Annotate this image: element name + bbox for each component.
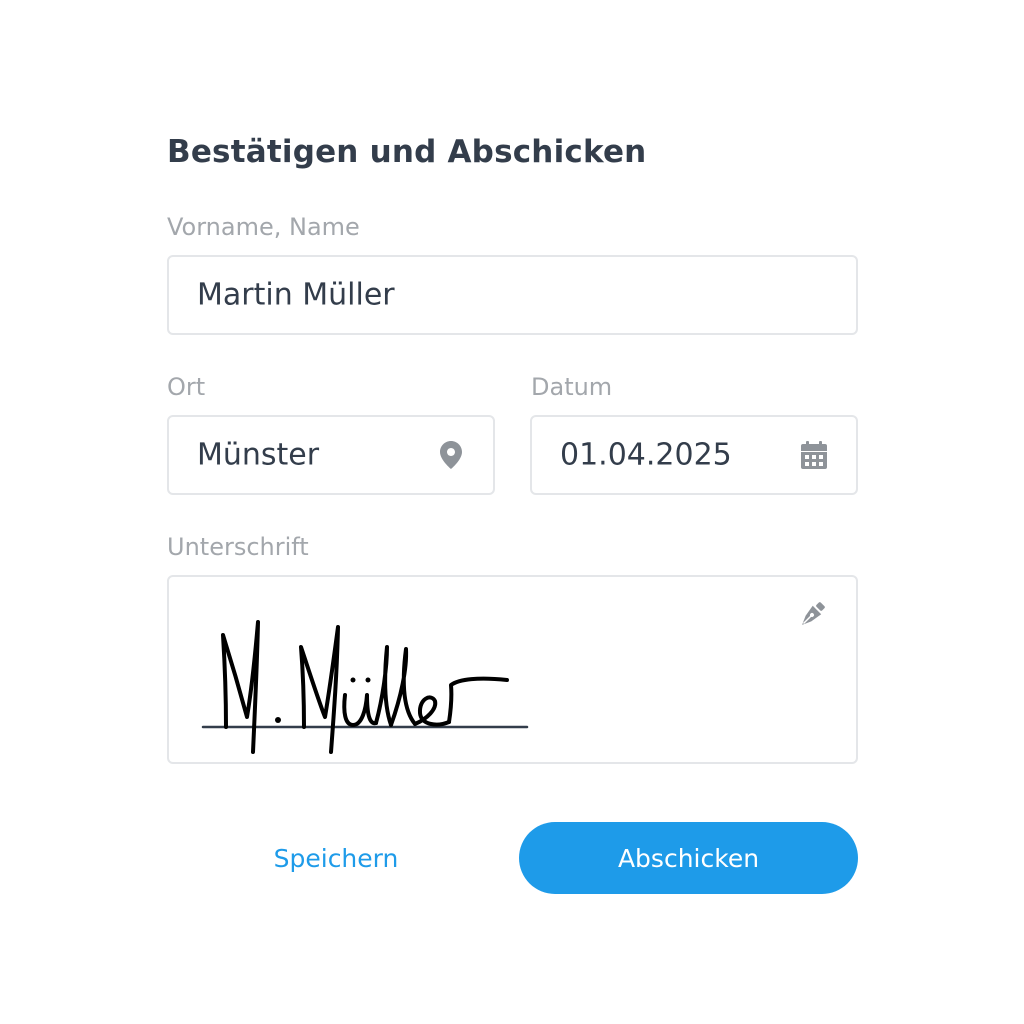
date-label: Datum (531, 373, 613, 401)
confirm-submit-form: Bestätigen und Abschicken Vorname, Name … (167, 0, 858, 1024)
submit-button[interactable]: Abschicken (519, 822, 858, 894)
signature-label: Unterschrift (167, 533, 309, 561)
place-field[interactable]: Münster (167, 415, 495, 495)
location-pin-icon[interactable] (437, 441, 465, 469)
place-label: Ort (167, 373, 206, 401)
calendar-icon[interactable] (800, 441, 828, 469)
form-title: Bestätigen und Abschicken (167, 134, 647, 170)
date-field[interactable]: 01.04.2025 (530, 415, 858, 495)
save-button[interactable]: Speichern (167, 822, 505, 894)
name-field[interactable]: Martin Müller (167, 255, 858, 335)
date-value: 01.04.2025 (560, 437, 732, 473)
name-value: Martin Müller (197, 277, 395, 313)
place-value: Münster (197, 437, 320, 473)
signature-pad[interactable] (167, 575, 858, 764)
name-label: Vorname, Name (167, 213, 360, 241)
handwritten-signature-image (201, 620, 529, 754)
